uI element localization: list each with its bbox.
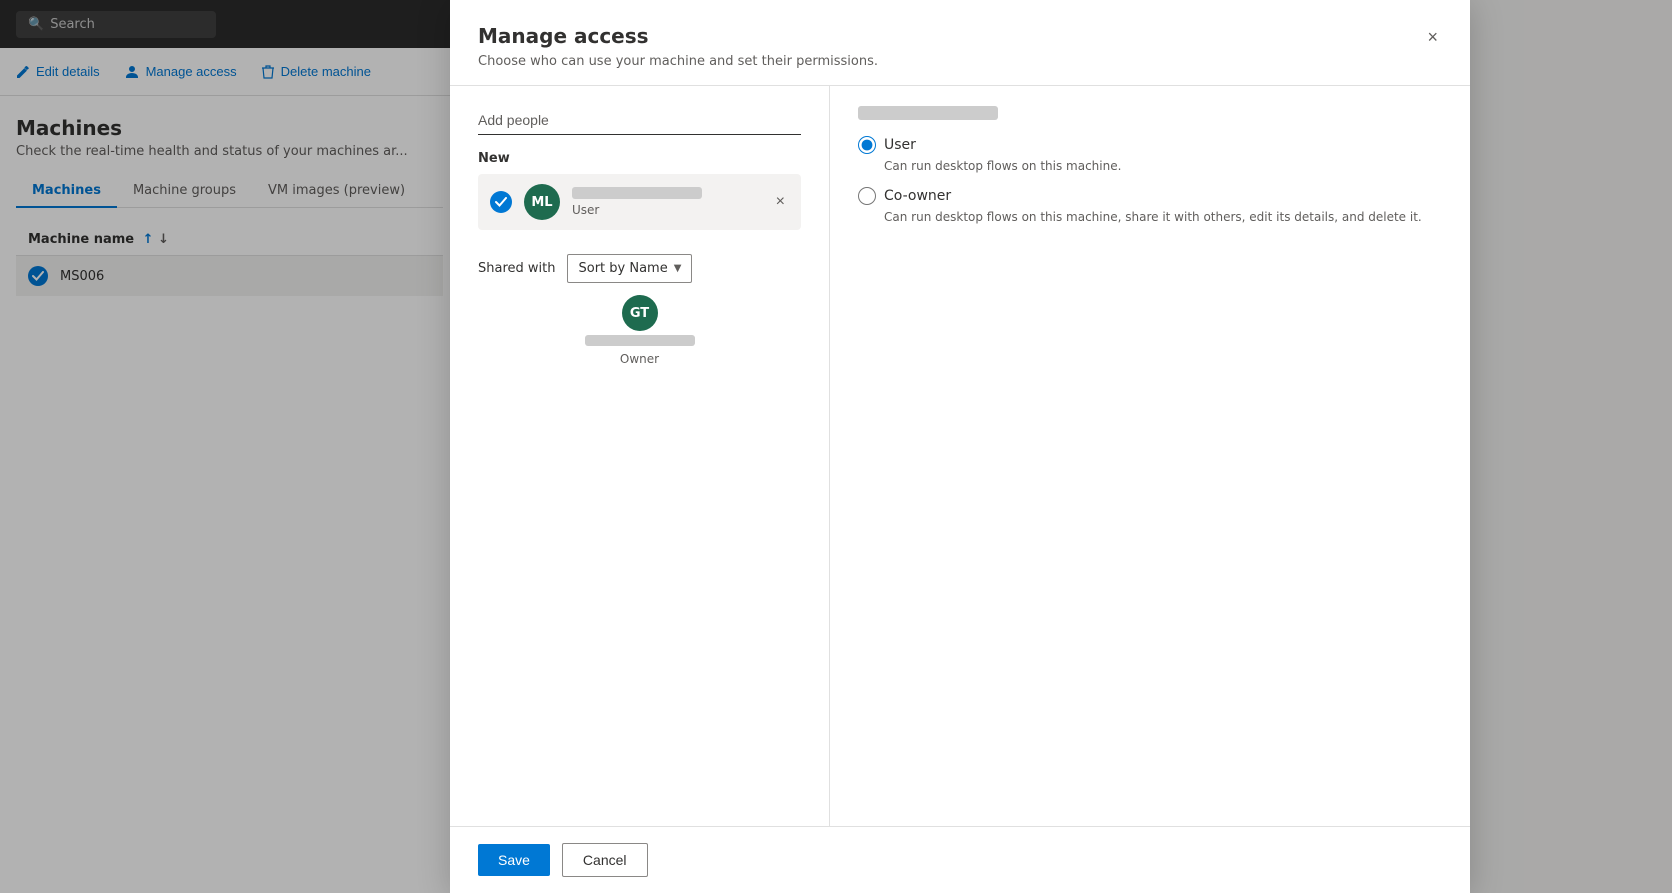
new-user-selected-icon	[490, 191, 512, 213]
shared-user-role: Owner	[620, 352, 659, 366]
left-panel: New ML User × Shar	[450, 86, 830, 826]
new-user-role: User	[572, 203, 760, 217]
role-radio-group: User Can run desktop flows on this machi…	[858, 136, 1442, 226]
modal-subtitle: Choose who can use your machine and set …	[478, 54, 878, 69]
coowner-role-option: Co-owner Can run desktop flows on this m…	[858, 187, 1442, 226]
shared-user-item: GT Owner	[478, 283, 801, 378]
new-user-name-blurred	[572, 187, 702, 199]
coowner-role-label: Co-owner	[884, 188, 951, 204]
modal-footer: Save Cancel	[450, 826, 1470, 893]
coowner-role-radio[interactable]	[858, 187, 876, 205]
shared-with-section: Shared with Sort by Name ▼ GT Owner	[478, 246, 801, 378]
cancel-button[interactable]: Cancel	[562, 843, 648, 877]
new-user-card: ML User ×	[478, 174, 801, 230]
shared-with-row: Shared with Sort by Name ▼	[478, 254, 801, 283]
user-role-label: User	[884, 137, 916, 153]
save-button[interactable]: Save	[478, 844, 550, 876]
coowner-role-desc: Can run desktop flows on this machine, s…	[884, 209, 1442, 226]
modal-close-button[interactable]: ×	[1423, 24, 1442, 50]
shared-user-avatar: GT	[622, 295, 658, 331]
user-role-option: User Can run desktop flows on this machi…	[858, 136, 1442, 175]
remove-user-button[interactable]: ×	[772, 189, 789, 215]
selected-user-name-blurred	[858, 106, 998, 120]
new-user-info: User	[572, 187, 760, 217]
user-role-radio[interactable]	[858, 136, 876, 154]
right-panel: User Can run desktop flows on this machi…	[830, 86, 1470, 826]
add-people-input[interactable]	[478, 106, 801, 135]
shared-user-name-blurred	[585, 335, 695, 346]
user-role-desc: Can run desktop flows on this machine.	[884, 158, 1442, 175]
chevron-down-icon: ▼	[674, 263, 682, 274]
new-section: New ML User ×	[478, 151, 801, 230]
shared-with-label: Shared with	[478, 261, 555, 276]
new-user-avatar: ML	[524, 184, 560, 220]
new-section-label: New	[478, 151, 801, 166]
modal-title: Manage access	[478, 24, 878, 48]
manage-access-modal: Manage access Choose who can use your ma…	[450, 0, 1470, 893]
modal-body: New ML User × Shar	[450, 86, 1470, 826]
sort-by-dropdown[interactable]: Sort by Name ▼	[567, 254, 692, 283]
sort-by-name-label: Sort by Name	[578, 261, 667, 276]
modal-header: Manage access Choose who can use your ma…	[450, 0, 1470, 86]
